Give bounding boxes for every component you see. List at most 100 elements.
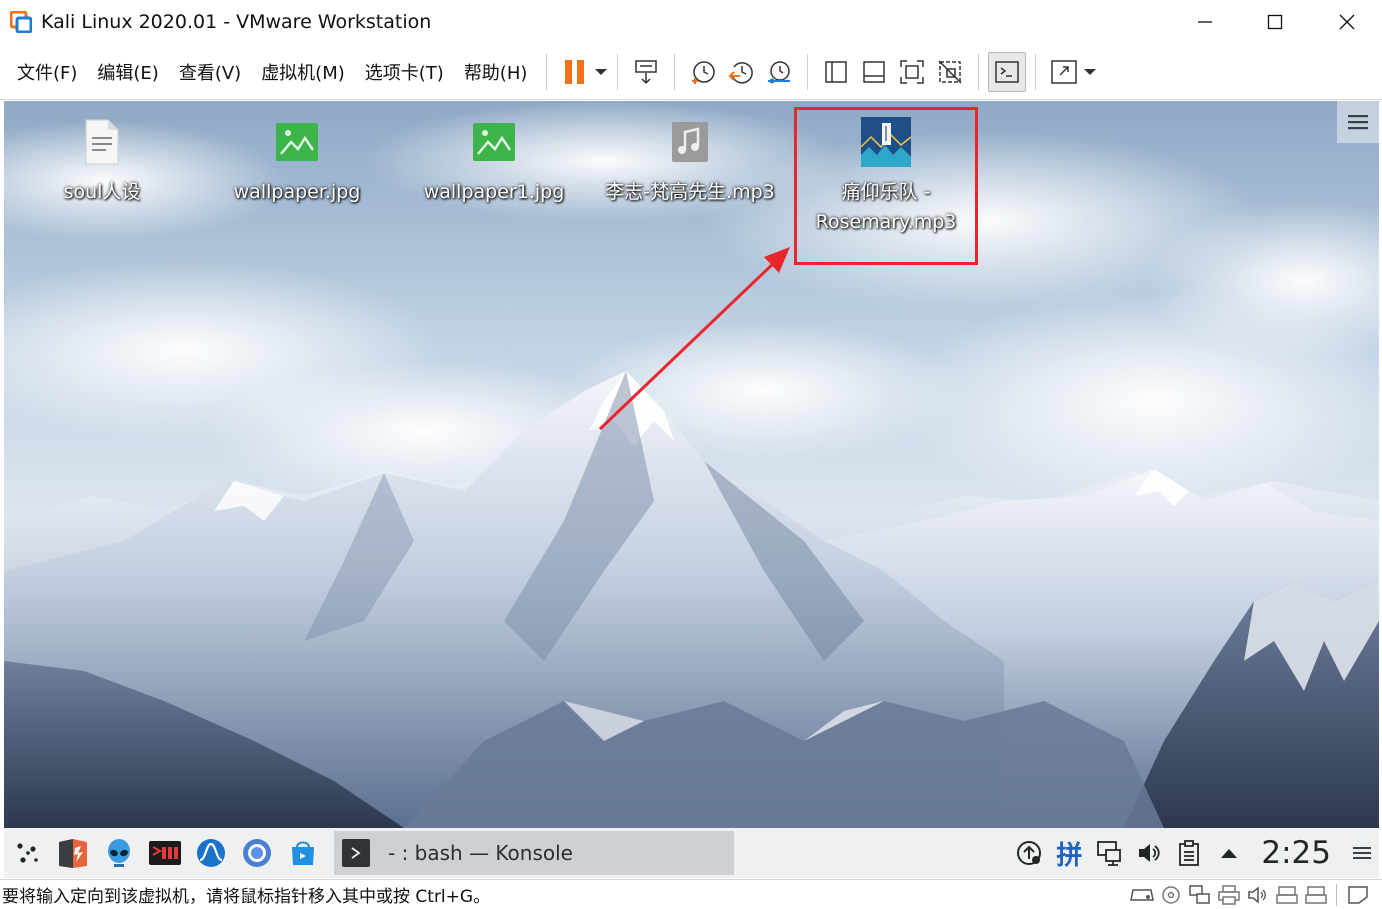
send-ctrl-alt-del-button[interactable] — [627, 52, 665, 92]
volume-icon — [1139, 844, 1161, 862]
wireshark-icon — [197, 839, 225, 867]
vmware-statusbar: 要将输入定向到该虚拟机，请将鼠标指针移入其中或按 Ctrl+G。 — [0, 879, 1382, 909]
metasploit-launcher[interactable] — [96, 828, 142, 878]
chromium-launcher[interactable] — [234, 828, 280, 878]
panel-menu-button[interactable] — [1345, 828, 1379, 878]
application-launcher[interactable] — [4, 828, 50, 878]
menu-help[interactable]: 帮助(H) — [454, 59, 538, 85]
vm-display[interactable]: soul人设 wallpaper.jpg wallpaper1.jpg 李志-梵… — [4, 101, 1379, 828]
desktop-icon-wallpaper1[interactable]: wallpaper1.jpg — [399, 115, 589, 207]
text-file-icon — [75, 115, 129, 169]
show-library-button[interactable] — [817, 52, 855, 92]
terminal-icon — [149, 841, 181, 865]
usb-status[interactable] — [1272, 880, 1301, 909]
input-method-icon: 拼 — [1056, 840, 1083, 871]
metasploit-icon — [108, 839, 130, 867]
updates-icon — [1017, 841, 1042, 865]
window-title: Kali Linux 2020.01 - VMware Workstation — [41, 11, 432, 33]
file-manager-launcher[interactable] — [280, 828, 326, 878]
input-method-tray[interactable]: 拼 — [1049, 828, 1089, 878]
snapshot-manager-icon — [768, 60, 791, 83]
stretch-guest-icon — [1051, 59, 1078, 84]
title-bar: Kali Linux 2020.01 - VMware Workstation — [0, 0, 1382, 44]
menu-tabs[interactable]: 选项卡(T) — [355, 59, 454, 85]
thumbnail-bar-button[interactable] — [855, 52, 893, 92]
stretch-dropdown[interactable] — [1083, 52, 1097, 92]
cd-dvd-status[interactable] — [1156, 880, 1185, 909]
desktop-icon-label: soul人设 — [63, 181, 141, 203]
minimize-button[interactable] — [1170, 0, 1240, 44]
terminal-launcher[interactable] — [142, 828, 188, 878]
fullscreen-icon — [900, 59, 925, 84]
close-button[interactable] — [1312, 0, 1382, 44]
status-message: 要将输入定向到该虚拟机，请将鼠标指针移入其中或按 Ctrl+G。 — [2, 887, 491, 907]
desktop-icon-label: wallpaper.jpg — [233, 181, 361, 203]
desktop-icon-label: wallpaper1.jpg — [423, 181, 565, 203]
menu-toolbar: 文件(F) 编辑(E) 查看(V) 虚拟机(M) 选项卡(T) 帮助(H) — [0, 44, 1382, 100]
power-dropdown[interactable] — [594, 52, 608, 92]
konsole-icon — [342, 839, 370, 867]
desktop-menu-button[interactable] — [1337, 101, 1379, 143]
hard-disk-status[interactable] — [1127, 880, 1156, 909]
burpsuite-icon — [59, 839, 87, 868]
console-view-button[interactable] — [988, 51, 1027, 92]
snapshot-icon — [692, 60, 716, 84]
task-label: - : bash — Konsole — [388, 841, 573, 865]
desktop-icon-wallpaper[interactable]: wallpaper.jpg — [202, 115, 392, 207]
expand-tray-icon — [1221, 849, 1238, 858]
application-launcher-icon — [17, 843, 38, 863]
clipboard-tray[interactable] — [1169, 828, 1209, 878]
usb-status-2[interactable] — [1301, 880, 1330, 909]
digital-clock[interactable]: 2:25 — [1249, 835, 1345, 871]
stretch-guest-button[interactable] — [1045, 52, 1083, 92]
network-adapter-status[interactable] — [1185, 880, 1214, 909]
expand-tray-button[interactable] — [1209, 828, 1249, 878]
message-log-button[interactable] — [1343, 880, 1372, 909]
sound-card-status[interactable] — [1243, 880, 1272, 909]
minimize-icon — [1198, 21, 1212, 23]
menu-edit[interactable]: 编辑(E) — [87, 59, 168, 85]
desktop-icon-label: 李志-梵高先生.mp3 — [605, 181, 775, 203]
toolbar-divider — [978, 53, 980, 90]
clipboard-icon — [1179, 840, 1200, 866]
image-file-icon — [467, 115, 521, 169]
wireshark-launcher[interactable] — [188, 828, 234, 878]
maximize-button[interactable] — [1240, 0, 1310, 44]
unity-icon — [938, 59, 962, 84]
annotation-arrow — [598, 247, 790, 431]
file-manager-icon — [292, 841, 314, 865]
usb-icon-2 — [1304, 886, 1327, 904]
toolbar-divider — [1035, 53, 1037, 90]
printer-icon — [1217, 885, 1240, 905]
snapshot-manager-button[interactable] — [760, 52, 798, 92]
image-file-icon — [270, 115, 324, 169]
send-ctrl-alt-del-icon — [635, 59, 658, 84]
burpsuite-launcher[interactable] — [50, 828, 96, 878]
printer-status[interactable] — [1214, 880, 1243, 909]
desktop-icon-soul[interactable]: soul人设 — [7, 115, 197, 207]
pause-button[interactable] — [556, 52, 594, 92]
menu-view[interactable]: 查看(V) — [169, 59, 251, 85]
updates-tray[interactable] — [1009, 828, 1049, 878]
volume-tray[interactable] — [1129, 828, 1169, 878]
revert-snapshot-button[interactable] — [722, 52, 760, 92]
vmware-icon — [9, 10, 33, 34]
status-divider — [1336, 884, 1337, 906]
toolbar-divider — [546, 53, 548, 90]
kali-taskbar: - : bash — Konsole 拼 2:25 — [4, 828, 1379, 878]
device-status-icons — [1127, 880, 1372, 909]
network-tray[interactable] — [1089, 828, 1129, 878]
close-icon — [1339, 14, 1355, 30]
menu-vm[interactable]: 虚拟机(M) — [251, 59, 355, 85]
cd-dvd-icon — [1161, 886, 1180, 904]
desktop-icon-lizhi-mp3[interactable]: 李志-梵高先生.mp3 — [595, 115, 785, 207]
pause-icon — [565, 59, 585, 84]
thumbnail-bar-icon — [863, 60, 886, 83]
taskbar-task-konsole[interactable]: - : bash — Konsole — [334, 831, 734, 875]
unity-button[interactable] — [931, 52, 969, 92]
library-icon — [825, 60, 848, 83]
take-snapshot-button[interactable] — [684, 52, 722, 92]
menu-file[interactable]: 文件(F) — [7, 59, 87, 85]
fullscreen-button[interactable] — [893, 52, 931, 92]
hamburger-menu-icon — [1348, 115, 1368, 130]
